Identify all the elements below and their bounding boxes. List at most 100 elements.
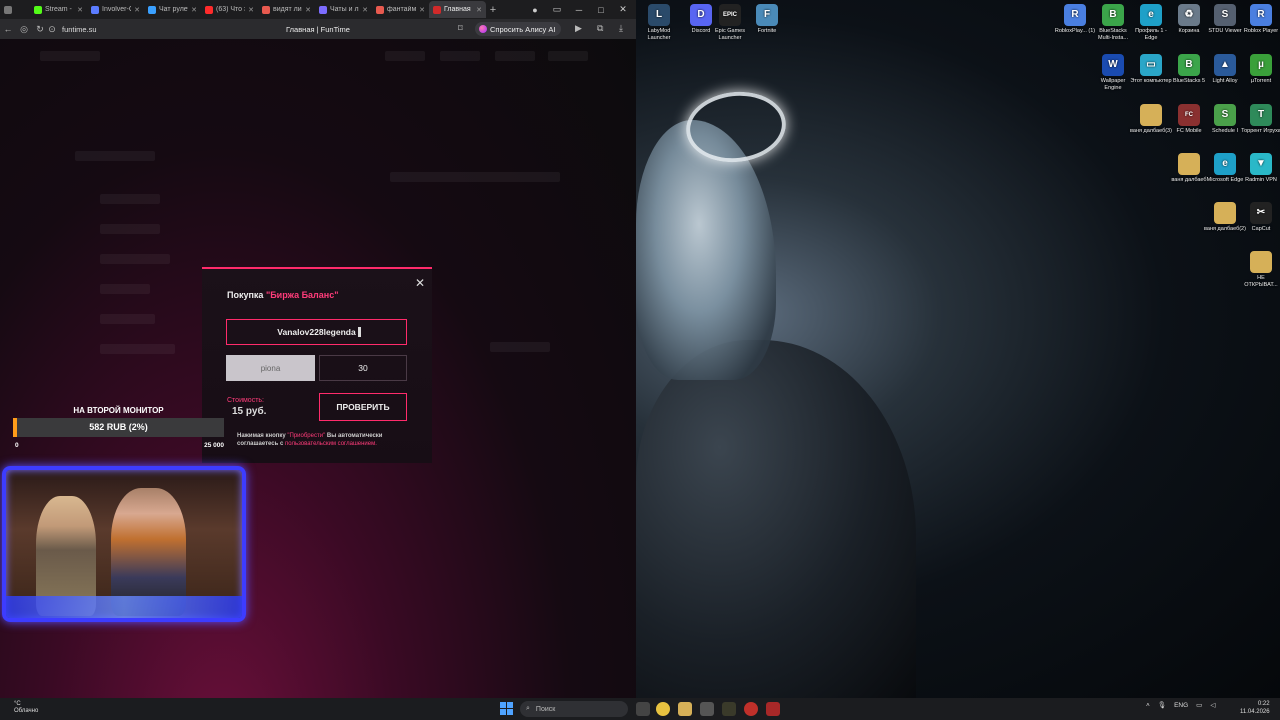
back-icon[interactable]: ← — [0, 24, 16, 34]
app-icon: L — [648, 4, 670, 26]
language-indicator[interactable]: ENG — [1174, 702, 1188, 709]
desktop-icon[interactable]: ▭ Этот компьютер — [1130, 54, 1172, 85]
bg-nav-item — [495, 51, 535, 61]
tab-close-icon[interactable]: ✕ — [419, 6, 425, 14]
profile-button[interactable] — [0, 1, 30, 18]
browser-window: Stream - K✕ Involver-Gr✕ Чат рулетк✕ (63… — [0, 0, 636, 698]
clock[interactable]: 0:22 11.04.2026 — [1240, 700, 1270, 716]
tab-3[interactable]: (63) Что эт✕ — [201, 1, 258, 18]
desktop-icon[interactable]: EPIC Epic Games Launcher — [709, 4, 751, 41]
user-agreement-link[interactable]: пользовательским соглашением. — [285, 441, 377, 447]
desktop-icon[interactable]: L LabyMod Launcher — [638, 4, 680, 41]
tab-close-icon[interactable]: ✕ — [248, 6, 254, 14]
tab-1[interactable]: Involver-Gr✕ — [87, 1, 144, 18]
webcam-frame — [2, 466, 246, 622]
desktop-icon[interactable]: ваня далбаеб(3) — [1130, 104, 1172, 135]
tab-close-icon[interactable]: ✕ — [362, 6, 368, 14]
app-icon: T — [1250, 104, 1272, 126]
tab-6[interactable]: фантайм -✕ — [372, 1, 429, 18]
desktop: L LabyMod Launcher D Discord EPIC Epic Games … — [636, 0, 1280, 698]
desktop-icon[interactable]: ✂ CapCut — [1240, 202, 1280, 233]
app-icon: ▭ — [1140, 54, 1162, 76]
new-tab-button[interactable]: + — [486, 4, 500, 16]
taskbar-search[interactable]: ⌕ Поиск — [520, 701, 628, 717]
shield-icon[interactable]: ◎ — [16, 24, 32, 35]
desktop-icon-label: CapCut — [1251, 226, 1271, 232]
tab-favicon — [262, 5, 270, 14]
wallpaper-figure-body — [636, 340, 916, 698]
amount-input[interactable] — [319, 355, 407, 381]
bg-heading — [75, 151, 155, 161]
tab-list-icon[interactable]: ▭ — [546, 0, 568, 19]
app-icon — [1250, 251, 1272, 273]
tab-close-icon[interactable]: ✕ — [134, 6, 140, 14]
bg-list-row — [100, 314, 155, 324]
tab-favicon — [34, 5, 42, 14]
minimize-icon[interactable]: ─ — [568, 0, 590, 19]
desktop-icon[interactable]: R RobloxPlay... (1) — [1054, 4, 1096, 35]
ask-alice-button[interactable]: Спросить Алису AI — [475, 22, 561, 36]
tab-7-active[interactable]: Главная | ✕ — [429, 1, 486, 18]
desktop-icon[interactable]: F Fortnite — [746, 4, 788, 35]
product-name: "Биржа Баланс" — [265, 290, 339, 300]
media-icon[interactable]: ▶ — [575, 23, 582, 34]
minecraft-icon[interactable] — [766, 702, 780, 716]
tab-4[interactable]: видят ли н✕ — [258, 1, 315, 18]
start-button[interactable] — [500, 702, 513, 715]
tab-close-icon[interactable]: ✕ — [191, 6, 197, 14]
desktop-icon-label: Wallpaper Engine — [1100, 78, 1126, 91]
url-field[interactable]: funtime.su — [62, 25, 97, 34]
tab-0[interactable]: Stream - K✕ — [30, 1, 87, 18]
chevron-up-icon[interactable]: ˄ — [1146, 702, 1150, 709]
store-icon[interactable] — [700, 702, 714, 716]
purchase-modal: ✕ Покупка "Биржа Баланс" рiona Стоимость… — [202, 267, 432, 463]
extensions-icon[interactable]: ⧉ — [597, 23, 603, 34]
file-explorer-icon[interactable] — [678, 702, 692, 716]
desktop-icon[interactable]: R Roblox Player — [1240, 4, 1280, 35]
tab-5[interactable]: Чаты и лич✕ — [315, 1, 372, 18]
opera-icon[interactable] — [744, 702, 758, 716]
app-icon[interactable] — [722, 702, 736, 716]
tab-close-icon[interactable]: ✕ — [305, 6, 311, 14]
desktop-icon[interactable]: НЕ ОТКРЫВАТ... — [1240, 251, 1280, 288]
weather-widget[interactable]: °C Облачно — [14, 701, 38, 715]
purchase-link[interactable]: "Приобрести" — [287, 433, 325, 439]
cost-value: 15 руб. — [232, 406, 267, 417]
tab-close-icon[interactable]: ✕ — [476, 6, 482, 14]
tab-close-icon[interactable]: ✕ — [77, 6, 83, 14]
record-icon[interactable]: ● — [524, 0, 546, 19]
yandex-browser-icon[interactable] — [656, 702, 670, 716]
app-icon: e — [1214, 153, 1236, 175]
desktop-icon[interactable]: B BlueStacks Multi-Insta... — [1092, 4, 1134, 41]
maximize-icon[interactable]: □ — [590, 0, 612, 19]
desktop-icon-label: Профиль 1 - Edge — [1135, 28, 1167, 41]
task-view-icon[interactable] — [636, 702, 650, 716]
download-icon[interactable]: ⤓ — [619, 23, 623, 34]
bg-text-row — [390, 172, 560, 182]
bookmark-icon[interactable]: ⌑ — [458, 23, 463, 34]
currency-select[interactable]: рiona — [226, 355, 315, 381]
desktop-icon[interactable]: ▼ Radmin VPN — [1240, 153, 1280, 184]
cost-label: Стоимость: — [227, 397, 264, 404]
desktop-icon[interactable]: e Профиль 1 - Edge — [1130, 4, 1172, 41]
desktop-icon[interactable]: W Wallpaper Engine — [1092, 54, 1134, 91]
app-icon: B — [1102, 4, 1124, 26]
app-icon: ♻ — [1178, 4, 1200, 26]
reload-icon[interactable]: ↻ — [32, 24, 48, 35]
check-button[interactable]: ПРОВЕРИТЬ — [319, 393, 407, 421]
app-icon: µ — [1250, 54, 1272, 76]
volume-icon[interactable]: ◁ — [1210, 701, 1215, 709]
close-window-icon[interactable]: ✕ — [612, 0, 634, 19]
tab-favicon — [376, 5, 384, 14]
bg-label — [490, 342, 550, 352]
nickname-input[interactable] — [226, 319, 407, 345]
tab-2[interactable]: Чат рулетк✕ — [144, 1, 201, 18]
desktop-icon[interactable]: T Торрент Игруха — [1240, 104, 1280, 135]
network-icon[interactable]: ▭ — [1196, 701, 1202, 709]
close-icon[interactable]: ✕ — [414, 277, 426, 289]
desktop-icon[interactable]: µ µTorrent — [1240, 54, 1280, 85]
microphone-icon[interactable]: 🎙 — [1158, 701, 1166, 709]
search-icon: ⌕ — [526, 705, 530, 712]
lock-icon[interactable]: ⊙ — [48, 24, 56, 35]
donation-progress-bar: 582 RUB (2%) — [13, 418, 224, 437]
